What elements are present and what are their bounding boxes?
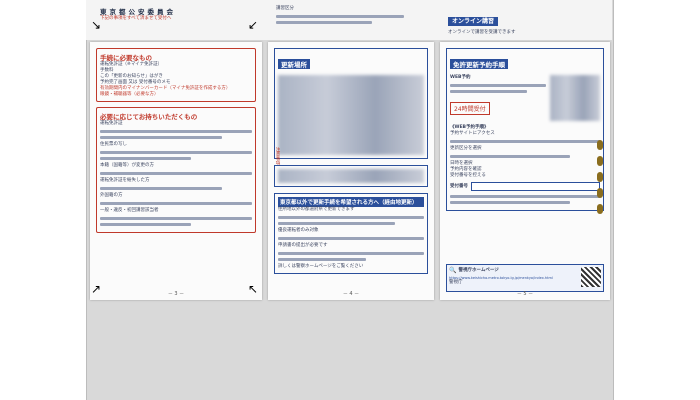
required-items-title: 手続に必要なもの xyxy=(100,54,152,62)
text-line xyxy=(278,237,424,240)
text-line xyxy=(100,157,192,160)
reservation-title: 免許更新予約手順 xyxy=(450,59,508,69)
binder-tab xyxy=(597,172,603,182)
crop-handle-icon[interactable]: ↗ xyxy=(91,282,101,296)
vertical-label: 注意事項 xyxy=(275,147,280,165)
text-line xyxy=(276,21,372,24)
web-reservation-info: WEB予約 24時間受付 xyxy=(450,75,546,121)
optional-item: 一般・違反・初回講習該当者 xyxy=(100,208,159,213)
redacted-location-table xyxy=(278,75,424,155)
reception-label: 受付番号 xyxy=(450,183,468,189)
text-line xyxy=(100,151,252,154)
text-line xyxy=(278,222,395,225)
binder-tab xyxy=(597,156,603,166)
top-left-heading: 東京都公安委員会 xyxy=(100,8,176,16)
page-5: 免許更新予約手順 WEB予約 24時間受付 《WEB予約手順》 予約サイトにアク… xyxy=(440,42,610,300)
other-prefecture-banner: 東京都以外で更新手続を希望される方へ（経由地更新） xyxy=(278,197,424,207)
renewal-location-title: 更新場所 xyxy=(278,59,310,69)
top-left-block: 東京都公安委員会 下記の事項をすべて済ませて受付へ xyxy=(100,6,260,22)
top-right-block: オンライン講習 オンラインで講習を受講できます xyxy=(448,8,598,36)
online-lecture-badge: オンライン講習 xyxy=(448,17,499,26)
crop-handle-icon[interactable]: ↖ xyxy=(248,282,258,296)
text-line xyxy=(450,84,546,87)
homepage-sub: 警視庁 xyxy=(449,280,463,285)
text-line xyxy=(450,140,600,143)
text-line xyxy=(450,201,570,204)
text-line xyxy=(100,187,222,190)
text-line xyxy=(100,130,252,133)
notice-table xyxy=(274,165,428,187)
text-line xyxy=(278,252,424,255)
homepage-footer: 🔍 警視庁ホームページ https://www.keishicho.metro.… xyxy=(446,264,604,292)
search-icon: 🔍 xyxy=(449,267,457,274)
body-line: 優良運転者のみ対象 xyxy=(278,228,319,233)
optional-item: 外国籍の方 xyxy=(100,193,123,198)
text-line xyxy=(100,136,222,139)
optional-item: 住民票の写し xyxy=(100,142,127,147)
page-number: － 5 － xyxy=(516,291,534,297)
top-mid-header: 講習区分 xyxy=(276,6,294,11)
crop-handle-icon[interactable]: ↘ xyxy=(91,18,101,32)
step-item: 予約サイトにアクセス xyxy=(450,131,495,136)
reservation-procedure-box: 免許更新予約手順 WEB予約 24時間受付 《WEB予約手順》 予約サイトにアク… xyxy=(446,48,604,211)
text-line xyxy=(450,90,527,93)
required-item: 眼鏡・補聴器等（必要な方） xyxy=(100,92,159,97)
body-line: 詳しくは警察ホームページをご覧ください xyxy=(278,264,364,269)
binder-tab xyxy=(597,204,603,214)
page-number: － 3 － xyxy=(167,291,185,297)
page-4: 更新場所 注意事項 東京都以外で更新手続を希望される方へ（経由地更新） 住所地以… xyxy=(268,42,434,300)
text-line xyxy=(100,223,192,226)
redacted-phone-image xyxy=(550,75,600,121)
homepage-label: 警視庁ホームページ xyxy=(458,267,499,273)
binder-tab xyxy=(597,140,603,150)
step-item: 受付番号を控える xyxy=(450,173,486,178)
body-line: 申請書の提出が必要です xyxy=(278,243,328,248)
other-prefecture-box: 東京都以外で更新手続を希望される方へ（経由地更新） 住所地以外の都道府県で更新で… xyxy=(274,193,428,274)
24h-badge: 24時間受付 xyxy=(450,102,490,115)
text-line xyxy=(450,155,570,158)
body-line: 住所地以外の都道府県で更新できます xyxy=(278,207,355,212)
step-item: 更新区分を選択 xyxy=(450,146,482,151)
online-lecture-note: オンラインで講習を受講できます xyxy=(448,30,516,35)
optional-items-box: 必要に応じてお持ちいただくもの 運転免許証 住民票の写し 本籍（国籍等）が変更の… xyxy=(96,107,256,233)
reception-number-row: 受付番号 xyxy=(450,182,600,191)
optional-item: 運転免許証 xyxy=(100,121,123,126)
text-line xyxy=(278,216,424,219)
web-label: WEB予約 xyxy=(450,75,471,80)
redacted-row xyxy=(278,169,424,183)
previous-pages-strip: 東京都公安委員会 下記の事項をすべて済ませて受付へ 講習区分 オンライン講習 オ… xyxy=(86,0,612,40)
page-3: 手続に必要なもの 運転免許証（※マイナ免許証） 手数料 この「更新のお知らせ」は… xyxy=(90,42,262,300)
text-line xyxy=(100,217,252,220)
binder-tab xyxy=(597,188,603,198)
renewal-location-box: 更新場所 xyxy=(274,48,428,159)
optional-item: 運転免許証を紛失した方 xyxy=(100,178,150,183)
web-reservation-panel: WEB予約 24時間受付 xyxy=(450,75,600,121)
crop-handle-icon[interactable]: ↙ xyxy=(248,18,258,32)
top-mid-block: 講習区分 xyxy=(276,6,436,27)
required-items-box: 手続に必要なもの 運転免許証（※マイナ免許証） 手数料 この「更新のお知らせ」は… xyxy=(96,48,256,102)
homepage-row: 🔍 警視庁ホームページ xyxy=(447,265,603,276)
qr-code xyxy=(581,267,601,287)
optional-items-title: 必要に応じてお持ちいただくもの xyxy=(100,113,198,121)
text-line xyxy=(278,258,366,261)
text-line xyxy=(100,202,252,205)
reception-number-field xyxy=(471,182,600,191)
text-line xyxy=(450,195,600,198)
text-line xyxy=(276,15,404,18)
optional-item: 本籍（国籍等）が変更の方 xyxy=(100,163,154,168)
top-left-red-note: 下記の事項をすべて済ませて受付へ xyxy=(100,16,172,21)
page-number: － 4 － xyxy=(342,291,360,297)
text-line xyxy=(100,172,252,175)
